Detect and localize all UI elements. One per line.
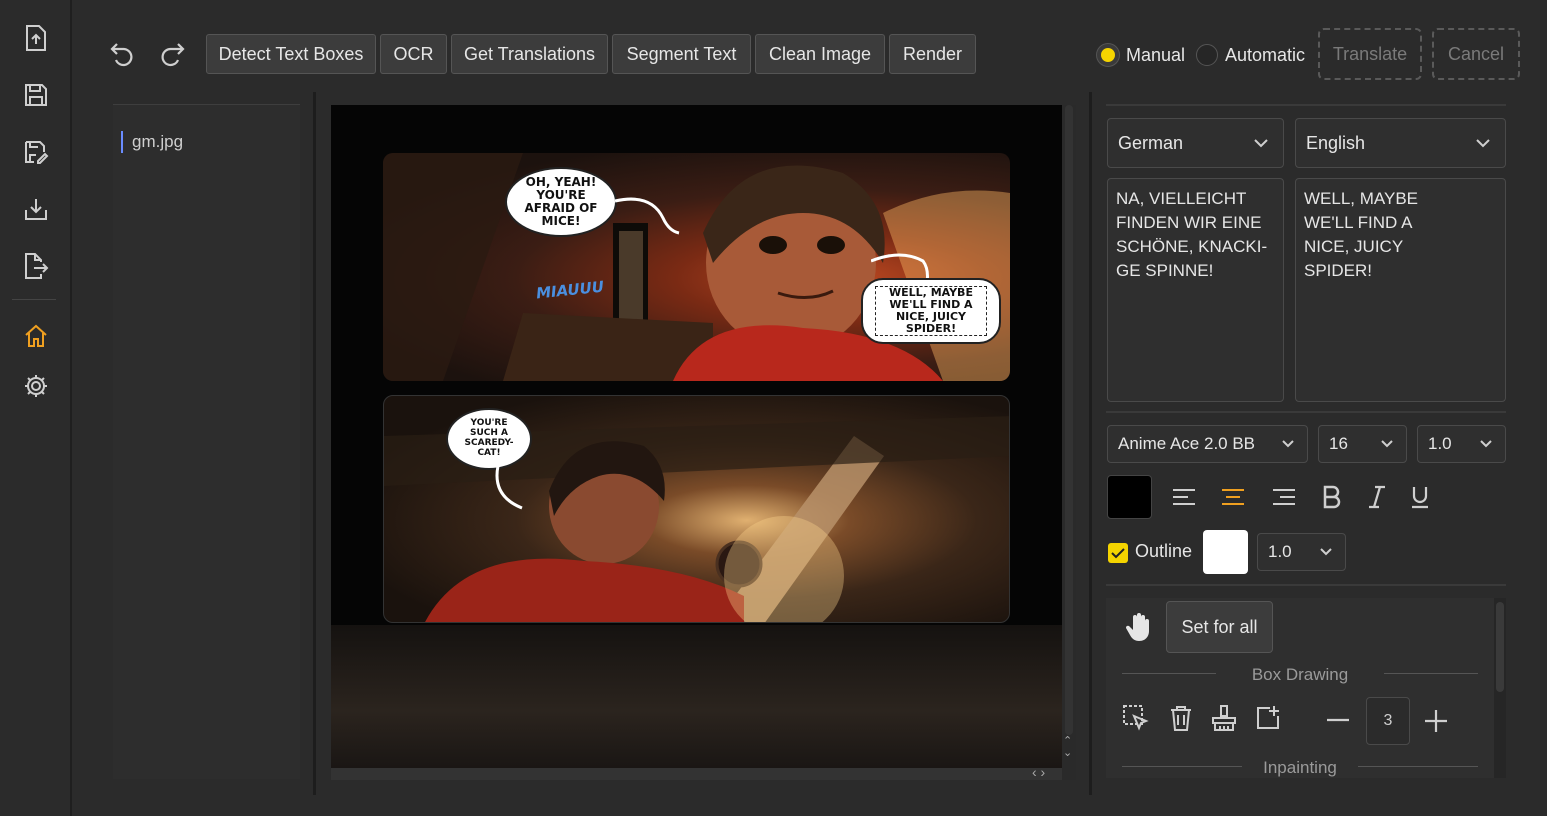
- chevron-down-icon: [1381, 440, 1393, 448]
- speech-bubble-2[interactable]: WELL, MAYBE WE'LL FIND A NICE, JUICY SPI…: [861, 278, 1001, 344]
- right-panel-mid-divider: [1106, 411, 1506, 413]
- right-panel-lower-divider: [1106, 584, 1506, 586]
- chevron-down-icon: [1480, 440, 1492, 448]
- font-value: Anime Ace 2.0 BB: [1118, 434, 1256, 453]
- font-select[interactable]: Anime Ace 2.0 BB: [1107, 425, 1308, 463]
- bubble-tail-3: [495, 466, 523, 510]
- align-left-icon[interactable]: [1167, 480, 1201, 514]
- underline-icon[interactable]: [1403, 480, 1437, 514]
- set-for-all-button[interactable]: Set for all: [1166, 601, 1273, 653]
- speech-bubble-1[interactable]: OH, YEAH! YOU'RE AFRAID OF MICE!: [505, 167, 617, 237]
- bold-icon[interactable]: [1315, 480, 1349, 514]
- box-select-icon[interactable]: [1122, 704, 1152, 734]
- brush-size-input[interactable]: 3: [1366, 697, 1410, 745]
- horizontal-scrollbar[interactable]: ‹ ›: [331, 764, 1062, 780]
- outline-width-select[interactable]: 1.0: [1257, 533, 1346, 571]
- delete-trash-icon[interactable]: [1168, 704, 1198, 734]
- chevron-down-icon: [1254, 139, 1268, 148]
- image-viewer[interactable]: MIAUUU OH, YEAH! YOU'RE AFRAID OF MICE! …: [331, 105, 1076, 780]
- manual-radio[interactable]: [1097, 44, 1119, 66]
- chevron-down-icon: [1320, 548, 1332, 556]
- bubble-tail-1: [614, 197, 680, 235]
- chevron-down-icon: [1282, 440, 1294, 448]
- increase-brush-icon[interactable]: [1423, 708, 1451, 734]
- outline-width-value: 1.0: [1268, 542, 1292, 561]
- comic-panel-1: MIAUUU OH, YEAH! YOU'RE AFRAID OF MICE! …: [383, 153, 1010, 381]
- selected-text-box[interactable]: WELL, MAYBE WE'LL FIND A NICE, JUICY SPI…: [875, 286, 987, 336]
- import-file-icon[interactable]: [18, 20, 54, 56]
- rail-divider: [12, 299, 56, 300]
- source-language-select[interactable]: German: [1107, 118, 1284, 168]
- splitter-left[interactable]: [313, 92, 316, 795]
- scroll-left-right-icon[interactable]: ‹ ›: [1032, 764, 1045, 780]
- save-icon[interactable]: [18, 77, 54, 113]
- target-language-select[interactable]: English: [1295, 118, 1506, 168]
- segment-text-button[interactable]: Segment Text: [612, 34, 751, 74]
- automatic-radio[interactable]: [1196, 44, 1218, 66]
- font-size-select[interactable]: 16: [1318, 425, 1407, 463]
- right-panel-top-divider: [1106, 104, 1506, 106]
- scroll-up-down-icon[interactable]: ⌃ ⌄: [1063, 735, 1072, 759]
- comic-panel-2: YOU'RE SUCH A SCAREDY-CAT!: [383, 395, 1010, 623]
- comic-lower-background: [331, 625, 1062, 768]
- left-rail: [0, 0, 72, 816]
- align-center-icon[interactable]: [1216, 480, 1250, 514]
- speech-bubble-3[interactable]: YOU'RE SUCH A SCAREDY-CAT!: [446, 408, 532, 470]
- text-color-swatch[interactable]: [1107, 475, 1152, 519]
- undo-icon[interactable]: [105, 36, 141, 72]
- vertical-scroll-thumb[interactable]: [1065, 105, 1073, 735]
- ocr-button[interactable]: OCR: [380, 34, 447, 74]
- clear-brush-icon[interactable]: [1210, 704, 1240, 734]
- detect-text-boxes-button[interactable]: Detect Text Boxes: [206, 34, 376, 74]
- vertical-scrollbar[interactable]: ⌃ ⌄: [1062, 105, 1076, 780]
- pan-hand-icon[interactable]: [1122, 610, 1156, 644]
- save-as-icon[interactable]: [18, 134, 54, 170]
- box-drawing-label: Box Drawing: [1216, 665, 1384, 685]
- line-spacing-select[interactable]: 1.0: [1417, 425, 1506, 463]
- splitter-right[interactable]: [1089, 92, 1092, 795]
- comic-canvas[interactable]: MIAUUU OH, YEAH! YOU'RE AFRAID OF MICE! …: [331, 105, 1062, 768]
- tools-panel: Set for all Box Drawing 3 Inpainting: [1106, 598, 1506, 778]
- target-language-value: English: [1306, 132, 1366, 153]
- clean-image-button[interactable]: Clean Image: [755, 34, 885, 74]
- home-icon[interactable]: [18, 318, 54, 354]
- settings-gear-icon[interactable]: [18, 368, 54, 404]
- file-list-panel: gm.jpg: [113, 104, 300, 779]
- source-language-value: German: [1118, 132, 1184, 153]
- add-box-icon[interactable]: [1254, 704, 1284, 734]
- italic-icon[interactable]: [1360, 480, 1394, 514]
- outline-color-swatch[interactable]: [1203, 530, 1248, 574]
- translate-button[interactable]: Translate: [1318, 28, 1422, 80]
- get-translations-button[interactable]: Get Translations: [451, 34, 608, 74]
- decrease-brush-icon[interactable]: [1325, 710, 1353, 730]
- render-button[interactable]: Render: [889, 34, 976, 74]
- redo-icon[interactable]: [154, 36, 190, 72]
- outline-checkbox[interactable]: [1108, 543, 1128, 563]
- automatic-label: Automatic: [1225, 45, 1306, 65]
- inpainting-label: Inpainting: [1242, 758, 1358, 778]
- cancel-button[interactable]: Cancel: [1432, 28, 1520, 80]
- file-item-gm[interactable]: gm.jpg: [121, 131, 183, 153]
- export-icon[interactable]: [18, 248, 54, 284]
- tools-scroll-thumb[interactable]: [1496, 602, 1504, 692]
- tools-scrollbar[interactable]: [1494, 598, 1506, 778]
- source-text-area[interactable]: NA, VIELLEICHT FINDEN WIR EINE SCHÖNE, K…: [1107, 178, 1284, 402]
- outline-label: Outline: [1135, 541, 1193, 561]
- check-icon: [1111, 548, 1125, 559]
- manual-label: Manual: [1126, 45, 1186, 65]
- font-size-value: 16: [1329, 434, 1348, 453]
- download-icon[interactable]: [18, 191, 54, 227]
- chevron-down-icon: [1476, 139, 1490, 148]
- line-spacing-value: 1.0: [1428, 434, 1452, 453]
- target-text-area[interactable]: WELL, MAYBE WE'LL FIND A NICE, JUICY SPI…: [1295, 178, 1506, 402]
- align-right-icon[interactable]: [1267, 480, 1301, 514]
